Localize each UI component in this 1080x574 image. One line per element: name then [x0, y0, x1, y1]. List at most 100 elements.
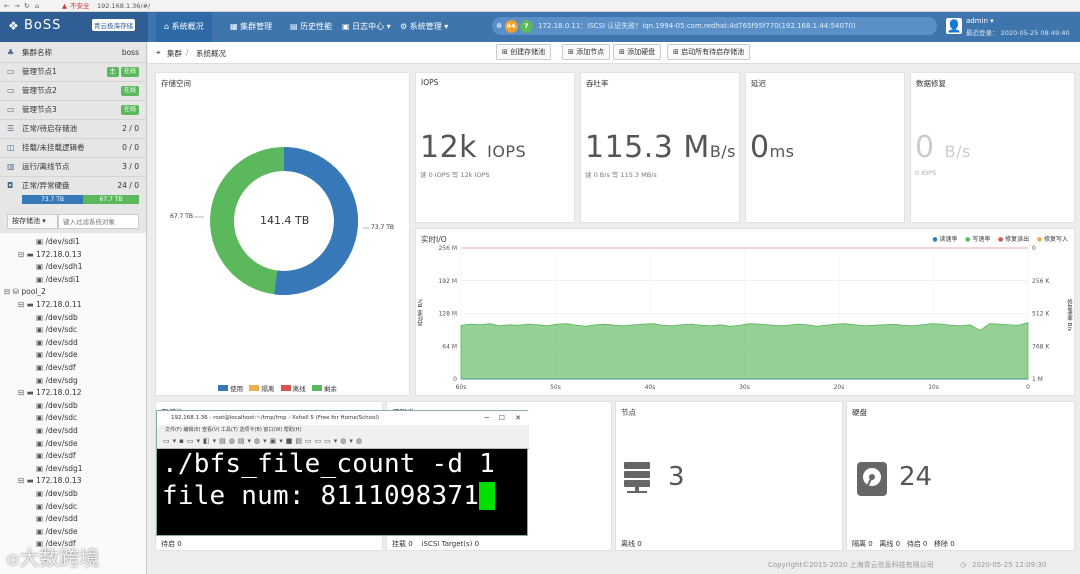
disk-footer: 隔离 0 离线 0 待启 0 移除 0 — [852, 540, 955, 548]
maximize-icon[interactable]: ☐ — [499, 411, 505, 425]
panel-title: 数据修复 — [916, 79, 946, 88]
legend-offline: 离线 — [292, 385, 306, 393]
alert-badge-ok[interactable]: 7 — [519, 19, 533, 33]
sidebar-value: 0 / 0 — [122, 143, 139, 152]
add-node-button[interactable]: ⊞ 添加节点 — [562, 44, 611, 60]
pool-icon: ☰ — [7, 124, 15, 133]
throughput-detail: 读 0 B/s 写 115.3 MB/s — [585, 171, 657, 179]
terminal-line-1: ./bfs_file_count -d 1 — [162, 449, 495, 479]
repair-value: 0 — [915, 130, 935, 165]
iops-detail: 读 0 IOPS 写 12k IOPS — [420, 171, 490, 179]
x-tick: 10s — [928, 384, 939, 391]
tree-disk[interactable]: ▣ /dev/sde — [36, 349, 78, 362]
url-text[interactable]: 192.168.1.36/#/ — [97, 1, 150, 11]
nav-tab-system[interactable]: ⚙ 系统管理 ▾ — [392, 12, 456, 42]
filter-select[interactable]: 按存储池 ▾ — [7, 214, 58, 229]
top-navigation: ❖ BoSS 青云极海存储 ⌂ 系统概况 ▦ 集群管理 ▤ 历史性能 ▣ 日志中… — [0, 12, 1080, 42]
tree-disk[interactable]: ▣ /dev/sdf — [36, 362, 76, 375]
y-left-tick: 128 M — [438, 311, 457, 318]
watermark-text: 大数跨境 — [19, 546, 100, 570]
iops-unit: IOPS — [487, 142, 527, 161]
node-footer: 离线 0 — [621, 540, 642, 548]
forward-icon[interactable]: → — [14, 1, 19, 11]
y-right-tick: 0 — [1032, 245, 1036, 252]
warning-icon: ▲ — [62, 2, 67, 10]
tree-disk[interactable]: ▣ /dev/sdc — [36, 324, 77, 337]
terminal-window[interactable]: 192.168.1.36 - root@localhost:~/tmp/tmp … — [156, 410, 529, 536]
reload-icon[interactable]: ↻ — [24, 1, 29, 11]
nav-tab-cluster[interactable]: ▦ 集群管理 — [222, 12, 280, 42]
nav-tab-history[interactable]: ▤ 历史性能 — [282, 12, 340, 42]
tree-host[interactable]: ⊟ ▬ 172.18.0.11 — [18, 299, 81, 312]
tree-label: /dev/sdh1 — [45, 262, 83, 272]
tree-disk[interactable]: ▣ /dev/sdc — [36, 501, 77, 514]
sidebar-mgmt-node-1[interactable]: ▭ 管理节点1 主 在线 — [0, 63, 146, 82]
tree-disk[interactable]: ▣ /dev/sdh1 — [36, 261, 83, 274]
tree-disk[interactable]: ▣ /dev/sdg — [36, 375, 78, 388]
tree-disk[interactable]: ▣ /dev/sdi1 — [36, 274, 80, 287]
pool-footer: 待启 0 — [161, 540, 182, 548]
logo[interactable]: ❖ BoSS 青云极海存储 — [0, 12, 148, 42]
avatar[interactable]: 👤 — [946, 18, 962, 34]
sidebar-pools[interactable]: ☰ 正常/待启存储池 2 / 0 — [0, 120, 146, 139]
tree-disk[interactable]: ▣ /dev/sdc — [36, 412, 77, 425]
sidebar-mgmt-node-3[interactable]: ▭ 管理节点3 在线 — [0, 101, 146, 120]
nav-tab-logs[interactable]: ▣ 日志中心 ▾ — [334, 12, 399, 42]
home-icon[interactable]: ⌂ — [35, 1, 39, 11]
sidebar-mgmt-node-2[interactable]: ▭ 管理节点2 在线 — [0, 82, 146, 101]
start-all-pools-button[interactable]: ⊞ 启动所有待启存储池 — [667, 44, 751, 60]
tree-disk[interactable]: ▣ /dev/sde — [36, 438, 78, 451]
location-icon: ⌖ — [156, 48, 161, 57]
panel-title: 节点 — [621, 408, 636, 417]
plus-icon: ⊞ — [502, 48, 511, 56]
tree-disk[interactable]: ▣ /dev/sdg1 — [36, 463, 83, 476]
create-pool-button[interactable]: ⊞ 创建存储池 — [496, 44, 552, 60]
play-icon: ⊞ — [673, 48, 682, 56]
tree-disk[interactable]: ▣ /dev/sdd — [36, 513, 78, 526]
tree-host[interactable]: ⊟ ▬ 172.18.0.13 — [18, 475, 81, 488]
tree-label: /dev/sde — [45, 438, 78, 448]
sidebar-disks[interactable]: ◘ 正常/异常硬盘 24 / 0 — [0, 177, 146, 196]
nav-tab-overview[interactable]: ⌂ 系统概况 — [156, 12, 212, 42]
alert-status-bar[interactable]: ☸ 44 7 172.18.0.11：iSCSI 认证失败！iqn.1994-0… — [492, 17, 937, 35]
tree-disk[interactable]: ▣ /dev/sdb — [36, 312, 78, 325]
breadcrumb-separator: / — [186, 48, 189, 57]
tree-disk[interactable]: ▣ /dev/sdb — [36, 400, 78, 413]
sidebar-volumes[interactable]: ◫ 挂载/未挂载逻辑卷 0 / 0 — [0, 139, 146, 158]
breadcrumb-root[interactable]: 集群 — [167, 48, 182, 59]
user-menu[interactable]: admin ▾ — [966, 17, 994, 25]
tree-disk[interactable]: ▣ /dev/sdd — [36, 425, 78, 438]
tree-pool[interactable]: ⊟ ⛁ pool_2 — [4, 286, 46, 299]
monitor-icon: ▭ — [7, 67, 15, 76]
write-rate-area — [460, 322, 1029, 380]
back-icon[interactable]: ← — [4, 1, 9, 11]
terminal-titlebar[interactable]: 192.168.1.36 - root@localhost:~/tmp/tmp … — [157, 411, 529, 425]
button-label: 添加硬盘 — [627, 48, 656, 56]
terminal-menubar[interactable]: 文件(F) 编辑(E) 查看(V) 工具(T) 选项卡(B) 窗口(W) 帮助(… — [157, 425, 529, 436]
add-disk-button[interactable]: ⊞ 添加硬盘 — [613, 44, 662, 60]
alert-badge-warning[interactable]: 44 — [504, 19, 518, 33]
tree-label: 172.18.0.11 — [36, 300, 82, 309]
tree-host[interactable]: ⊟ ▬ 172.18.0.13 — [18, 249, 81, 262]
terminal-toolbar[interactable]: ▭▾▪▭▾◧▾▤◍▤▾◍▾▣▾■▤▭▭▭▾◍▾◍ — [157, 436, 529, 449]
tree-disk[interactable]: ▣ /dev/sdi1 — [36, 236, 80, 249]
tree-label: 172.18.0.13 — [36, 249, 82, 259]
tree-host-icon: ⊟ ▬ — [18, 300, 37, 309]
browser-address-bar[interactable]: ← → ↻ ⌂ ▲ 不安全 192.168.1.36/#/ — [0, 0, 1080, 12]
storage-donut-chart — [194, 147, 369, 295]
sidebar-nodes[interactable]: ▥ 运行/离线节点 3 / 0 — [0, 158, 146, 177]
filter-input[interactable] — [58, 214, 139, 229]
tree-disk[interactable]: ▣ /dev/sdf — [36, 450, 76, 463]
grid-icon: ▦ — [230, 22, 241, 31]
server-icon — [624, 462, 650, 493]
tree-disk[interactable]: ▣ /dev/sdb — [36, 488, 78, 501]
tree-disk[interactable]: ▣ /dev/sde — [36, 526, 78, 539]
close-icon[interactable]: ✕ — [515, 411, 521, 425]
nav-label: 系统管理 ▾ — [409, 22, 449, 31]
toolbar-icons[interactable]: ▭▾▪▭▾◧▾▤◍▤▾◍▾▣▾■▤▭▭▭▾◍▾◍ — [163, 437, 365, 445]
tree-disk[interactable]: ▣ /dev/sdd — [36, 337, 78, 350]
sidebar-cluster-name[interactable]: ♣ 集群名称 boss — [0, 44, 146, 63]
tree-host[interactable]: ⊟ ▬ 172.18.0.12 — [18, 387, 81, 400]
plus-icon: ⊞ — [619, 48, 628, 56]
minimize-icon[interactable]: ─ — [485, 411, 489, 425]
